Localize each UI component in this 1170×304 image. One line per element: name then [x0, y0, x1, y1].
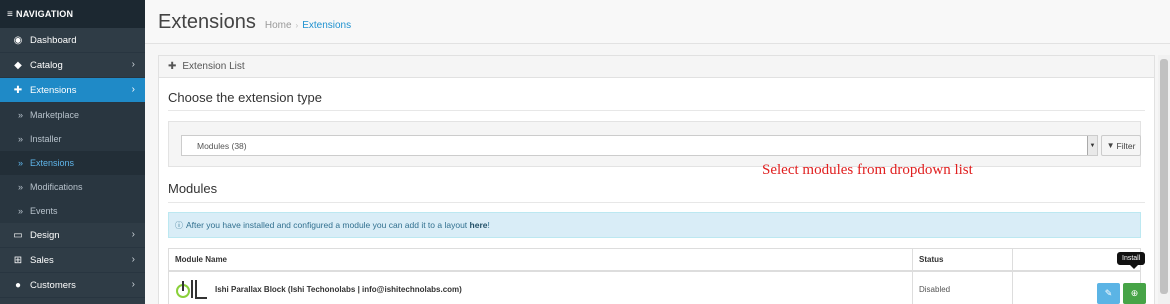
sidebar-subitem-installer[interactable]: » Installer [0, 127, 145, 151]
divider [168, 110, 1145, 111]
module-status: Disabled [913, 272, 1013, 304]
sidebar: ≡ NAVIGATION ◉ Dashboard ◆ Catalog › ✚ E… [0, 0, 145, 304]
tag-icon: ◆ [14, 59, 22, 71]
column-module-name: Module Name [169, 249, 913, 270]
table-row: Ishi Parallax Block (Ishi Techonolabs | … [169, 272, 1140, 304]
install-tooltip: Install [1117, 252, 1146, 269]
sidebar-subitem-label: Installer [30, 134, 62, 144]
chevron-right-icon: › [131, 279, 135, 290]
sidebar-subitem-label: Marketplace [30, 110, 80, 120]
filter-button-label: Filter [1116, 140, 1136, 151]
filter-well: Modules (38) ▼ ▼ Filter [168, 121, 1141, 167]
sidebar-item-label: Extensions [30, 84, 77, 96]
menu-icon: ≡ [7, 8, 14, 20]
sidebar-item-customers[interactable]: ● Customers › [0, 273, 145, 298]
sidebar-item-label: Catalog [30, 59, 63, 71]
select-value: Modules (38) [197, 140, 247, 151]
ishi-logo-icon [176, 280, 207, 299]
panel-heading: ✚ Extension List [159, 56, 1154, 78]
sidebar-item-catalog[interactable]: ◆ Catalog › [0, 53, 145, 78]
chevron-right-icon: › [131, 59, 135, 70]
extension-list-panel: ✚ Extension List Choose the extension ty… [158, 55, 1155, 304]
page-header: Extensions Home › Extensions [145, 0, 1170, 44]
sidebar-item-extensions[interactable]: ✚ Extensions › [0, 78, 145, 103]
sidebar-subitem-marketplace[interactable]: » Marketplace [0, 103, 145, 127]
info-icon: ⓘ [175, 220, 183, 230]
scrollbar-thumb[interactable] [1160, 59, 1168, 294]
navigation-heading: NAVIGATION [16, 9, 74, 19]
page-title: Extensions [158, 11, 256, 33]
annotation-text: Select modules from dropdown list [762, 162, 973, 178]
module-actions-cell [1013, 272, 1140, 304]
panel-heading-label: Extension List [182, 61, 245, 72]
sidebar-item-design[interactable]: ▭ Design › [0, 223, 145, 248]
user-icon: ● [14, 279, 22, 291]
breadcrumb-separator: › [295, 21, 299, 30]
main-content: Extensions Home › Extensions ✚ Extension L… [145, 0, 1170, 304]
double-chevron-icon: » [18, 158, 24, 168]
double-chevron-icon: » [18, 206, 24, 216]
puzzle-icon: ✚ [13, 84, 23, 96]
sidebar-item-label: Design [30, 229, 60, 241]
double-chevron-icon: » [18, 182, 24, 192]
edit-button[interactable]: ✎ [1097, 283, 1120, 304]
breadcrumb-extensions[interactable]: Extensions [302, 20, 351, 31]
divider [168, 202, 1145, 203]
sidebar-item-sales[interactable]: ⊞ Sales › [0, 248, 145, 273]
sidebar-item-dashboard[interactable]: ◉ Dashboard [0, 28, 145, 53]
puzzle-icon: ✚ [168, 61, 177, 72]
sidebar-subitem-label: Extensions [30, 158, 75, 168]
double-chevron-icon: » [18, 110, 24, 120]
navigation-header[interactable]: ≡ NAVIGATION [0, 0, 145, 28]
sidebar-subitem-label: Modifications [30, 182, 83, 192]
alert-link-here[interactable]: here [470, 220, 488, 230]
dashboard-icon: ◉ [13, 34, 23, 46]
module-name-cell: Ishi Parallax Block (Ishi Techonolabs | … [169, 272, 913, 304]
info-alert: ⓘ After you have installed and configure… [168, 212, 1141, 238]
sidebar-item-label: Sales [30, 254, 54, 266]
alert-tail: ! [487, 220, 490, 230]
module-name: Ishi Parallax Block (Ishi Techonolabs | … [215, 284, 462, 294]
extension-type-select[interactable]: Modules (38) ▼ [181, 135, 1098, 156]
sidebar-item-label: Dashboard [30, 34, 77, 46]
sidebar-subitem-extensions[interactable]: » Extensions [0, 151, 145, 175]
modules-table: Module Name Status Ishi Parallax Block (… [168, 248, 1146, 304]
double-chevron-icon: » [18, 134, 24, 144]
chevron-right-icon: › [131, 84, 135, 95]
chevron-right-icon: › [131, 229, 135, 240]
breadcrumb-home[interactable]: Home [265, 20, 292, 31]
column-status: Status [913, 249, 1013, 270]
chevron-right-icon: › [131, 254, 135, 265]
cart-icon: ⊞ [13, 254, 23, 266]
filter-button[interactable]: ▼ Filter [1101, 135, 1141, 156]
sidebar-item-label: Customers [30, 279, 76, 291]
plus-circle-icon: ⊕ [1130, 288, 1139, 298]
filter-icon: ▼ [1106, 141, 1115, 150]
alert-text: After you have installed and configured … [186, 220, 468, 230]
choose-type-title: Choose the extension type [168, 90, 322, 105]
sidebar-subitem-events[interactable]: » Events [0, 199, 145, 223]
sidebar-subitem-modifications[interactable]: » Modifications [0, 175, 145, 199]
breadcrumb: Home › Extensions [265, 20, 351, 31]
sidebar-subitem-label: Events [30, 206, 58, 216]
pencil-icon: ✎ [1104, 288, 1113, 298]
dropdown-arrow-icon[interactable]: ▼ [1087, 136, 1097, 155]
modules-title: Modules [168, 181, 218, 196]
monitor-icon: ▭ [13, 229, 23, 241]
install-button[interactable]: ⊕ [1123, 283, 1146, 304]
scrollbar[interactable] [1158, 55, 1170, 304]
table-header: Module Name Status [169, 249, 1140, 272]
